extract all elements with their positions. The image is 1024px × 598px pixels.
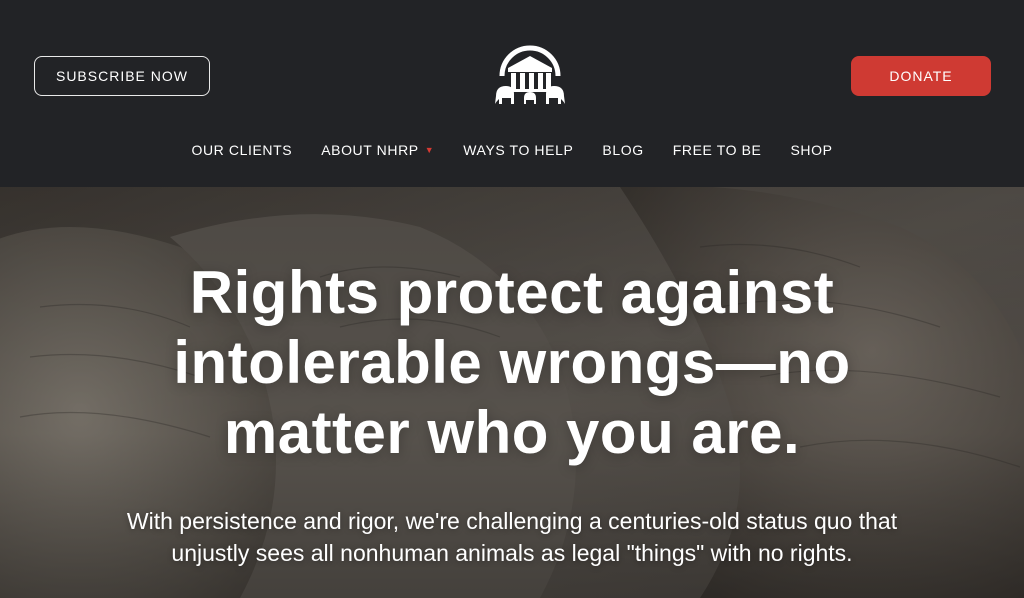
nav-item-blog[interactable]: BLOG bbox=[602, 138, 643, 162]
nav-item-about-nhrp[interactable]: ABOUT NHRP ▼ bbox=[321, 138, 434, 162]
subtext-line: unjustly sees all nonhuman animals as le… bbox=[171, 540, 853, 566]
caret-down-icon: ▼ bbox=[424, 145, 435, 155]
nav-item-label: FREE TO BE bbox=[672, 142, 762, 158]
subtext-line: With persistence and rigor, we're challe… bbox=[126, 508, 898, 534]
headline-line: intolerable wrongs—no bbox=[173, 329, 851, 396]
site-header: SUBSCRIBE NOW DONATE OUR CLIENTS ABOUT N… bbox=[0, 0, 1024, 187]
nav-item-ways-to-help[interactable]: WAYS TO HELP bbox=[463, 138, 573, 162]
main-nav: OUR CLIENTS ABOUT NHRP ▼ WAYS TO HELP BL… bbox=[0, 138, 1024, 162]
nav-item-label: OUR CLIENTS bbox=[191, 142, 293, 158]
nav-item-our-clients[interactable]: OUR CLIENTS bbox=[191, 138, 292, 162]
headline-line: Rights protect against bbox=[189, 259, 835, 326]
nav-item-label: SHOP bbox=[790, 142, 833, 158]
hero-headline: Rights protect against intolerable wrong… bbox=[0, 258, 1024, 468]
courthouse-elephants-logo-icon[interactable] bbox=[494, 44, 566, 106]
subscribe-now-button[interactable]: SUBSCRIBE NOW bbox=[34, 56, 210, 96]
nav-item-shop[interactable]: SHOP bbox=[790, 138, 832, 162]
nav-item-label: WAYS TO HELP bbox=[463, 142, 574, 158]
hero-subtext: With persistence and rigor, we're challe… bbox=[0, 505, 1024, 569]
nav-item-label: BLOG bbox=[602, 142, 644, 158]
donate-button[interactable]: DONATE bbox=[851, 56, 991, 96]
nav-item-label: ABOUT NHRP bbox=[321, 142, 419, 158]
headline-line: matter who you are. bbox=[223, 399, 801, 466]
nav-item-free-to-be[interactable]: FREE TO BE bbox=[673, 138, 762, 162]
